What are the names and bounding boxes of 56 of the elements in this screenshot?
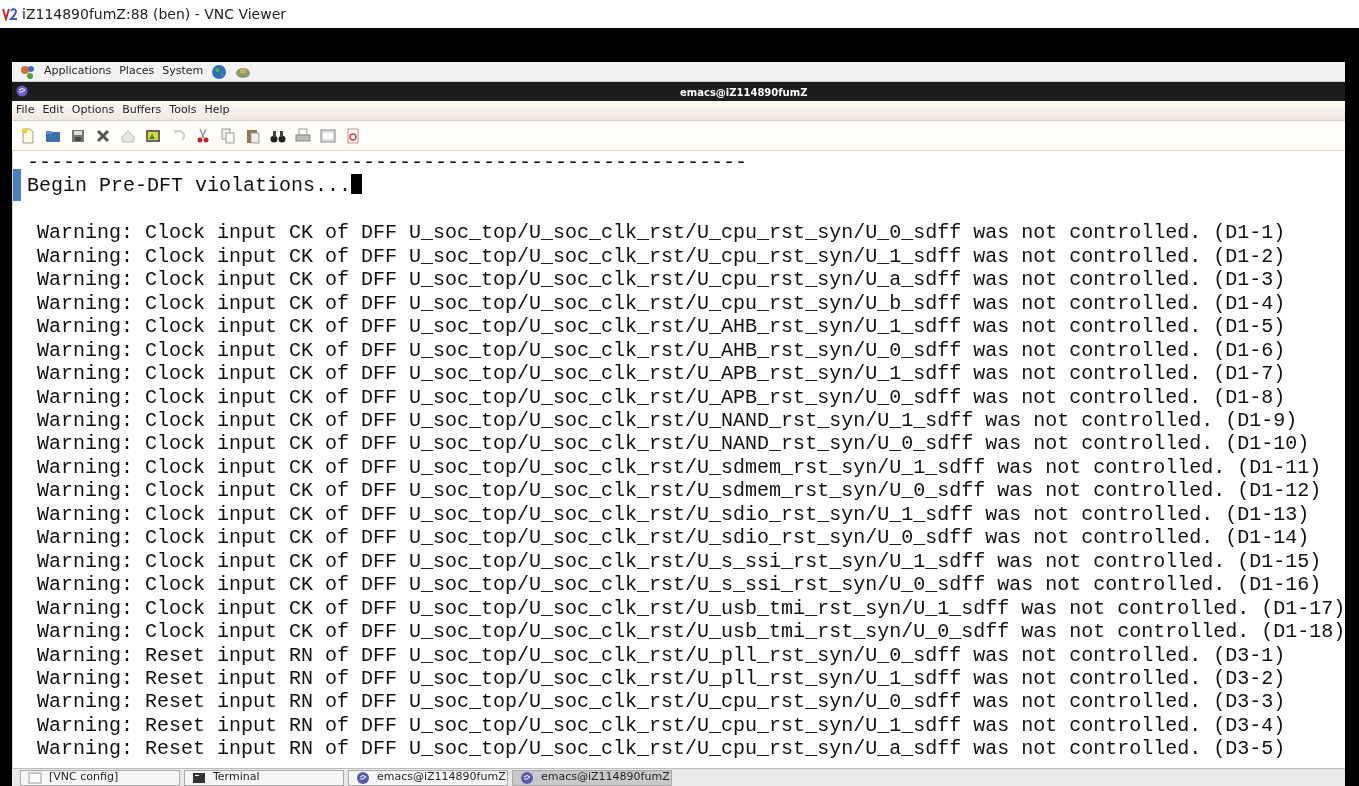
- warning-line: Warning: Clock input CK of DFF U_soc_top/U_soc_clk_rst/U_APB_rst_syn/U_0_sdff was not controlled. (D1-8): [37, 385, 1287, 409]
- menu-item[interactable]: Tools: [169, 102, 197, 119]
- copy-icon[interactable]: [220, 127, 236, 144]
- paste-icon[interactable]: [245, 127, 261, 144]
- warning-line: Warning: Reset input RN of DFF U_soc_top/U_soc_clk_rst/U_cpu_rst_syn/U_0_sdff was not controlled. (D3-3): [37, 690, 1287, 714]
- taskbar-button[interactable]: emacs@iZ114890fumZ: [512, 769, 672, 786]
- warning-line: Warning: Reset input RN of DFF U_soc_top/U_soc_clk_rst/U_cpu_rst_syn/U_1_sdff was not controlled. (D3-4): [37, 713, 1287, 738]
- panel-menu[interactable]: Places: [119, 63, 155, 80]
- taskbar-button[interactable]: Terminal: [184, 769, 344, 786]
- window-title: iZ114890fumZ:88 (ben) - VNC Viewer: [22, 4, 287, 24]
- scissors-icon[interactable]: [195, 127, 211, 144]
- warning-line: Warning: Clock input CK of DFF U_soc_top/U_soc_clk_rst/U_cpu_rst_syn/U_0_sdff was not controlled. (D1-1): [37, 221, 1287, 245]
- printer-icon[interactable]: [295, 127, 311, 144]
- panel-menu[interactable]: System: [162, 63, 204, 80]
- text-cursor: [351, 174, 363, 195]
- warning-line: Warning: Clock input CK of DFF U_soc_top/U_soc_clk_rst/U_sdio_rst_syn/U_0_sdff was not controlled. (D1-14): [37, 526, 1311, 550]
- warning-line: Warning: Reset input RN of DFF U_soc_top/U_soc_clk_rst/U_pll_rst_syn/U_1_sdff was not controlled. (D3-2): [37, 666, 1287, 691]
- taskbar-button[interactable]: [VNC config]: [20, 769, 180, 786]
- panel-menu[interactable]: Applications: [44, 63, 112, 80]
- globe-icon[interactable]: [211, 63, 228, 80]
- warning-line: Warning: Clock input CK of DFF U_soc_top/U_soc_clk_rst/U_sdmem_rst_syn/U_0_sdff was not controlled. (D1-12): [37, 479, 1323, 503]
- menu-item[interactable]: Edit: [42, 102, 64, 119]
- scroll-thumb[interactable]: [13, 169, 21, 201]
- menu-item[interactable]: Options: [71, 102, 115, 119]
- warning-line: Warning: Clock input CK of DFF U_soc_top/U_soc_clk_rst/U_AHB_rst_syn/U_1_sdff was not controlled. (D1-5): [37, 315, 1287, 339]
- warning-line: Warning: Clock input CK of DFF U_soc_top/U_soc_clk_rst/U_NAND_rst_syn/U_1_sdff was not controlled. (D1-9): [37, 409, 1299, 433]
- taskbar-button[interactable]: emacs@iZ114890fumZ: [348, 769, 508, 786]
- warning-line: Warning: Clock input CK of DFF U_soc_top/U_soc_clk_rst/U_usb_tmi_rst_syn/U_1_sdff was not controlled. (D1-17): [37, 596, 1345, 621]
- warning-line: Warning: Clock input CK of DFF U_soc_top/U_soc_clk_rst/U_s_ssi_rst_syn/U_1_sdff was not controlled. (D1-15): [37, 549, 1323, 574]
- warning-line: Warning: Clock input CK of DFF U_soc_top/U_soc_clk_rst/U_sdio_rst_syn/U_1_sdff was not controlled. (D1-13): [37, 502, 1311, 527]
- heading-line: Begin Pre-DFT violations...: [27, 174, 1345, 198]
- warning-line: Warning: Clock input CK of DFF U_soc_top/U_soc_clk_rst/U_NAND_rst_syn/U_0_sdff was not controlled. (D1-10): [37, 432, 1311, 456]
- image-icon[interactable]: [145, 127, 161, 144]
- menu-item[interactable]: Buffers: [122, 102, 162, 119]
- close-icon[interactable]: [95, 127, 111, 144]
- window-title: emacs@iZ114890fumZ: [680, 86, 808, 100]
- warning-line: Warning: Clock input CK of DFF U_soc_top/U_soc_clk_rst/U_s_ssi_rst_syn/U_0_sdff was not controlled. (D1-16): [37, 573, 1323, 597]
- warning-line: Warning: Clock input CK of DFF U_soc_top/U_soc_clk_rst/U_sdmem_rst_syn/U_1_sdff was not controlled. (D1-11): [37, 455, 1323, 480]
- warning-line: Warning: Clock input CK of DFF U_soc_top/U_soc_clk_rst/U_AHB_rst_syn/U_0_sdff was not controlled. (D1-6): [37, 338, 1287, 363]
- warning-line: Warning: Reset input RN of DFF U_soc_top/U_soc_clk_rst/U_cpu_rst_syn/U_a_sdff was not controlled. (D3-5): [37, 737, 1287, 761]
- warning-line: Warning: Clock input CK of DFF U_soc_top/U_soc_clk_rst/U_APB_rst_syn/U_1_sdff was not controlled. (D1-7): [37, 362, 1287, 386]
- emacs-icon: [355, 769, 371, 786]
- window-icon: [27, 769, 43, 786]
- menu-item[interactable]: Help: [204, 102, 230, 119]
- warning-line: Warning: Clock input CK of DFF U_soc_top/U_soc_clk_rst/U_cpu_rst_syn/U_a_sdff was not controlled. (D1-3): [37, 268, 1287, 292]
- floppy-icon[interactable]: [70, 127, 86, 144]
- warning-line: Warning: Clock input CK of DFF U_soc_top/U_soc_clk_rst/U_cpu_rst_syn/U_b_sdff was not controlled. (D1-4): [37, 291, 1287, 316]
- warning-line: Warning: Reset input RN of DFF U_soc_top/U_soc_clk_rst/U_pll_rst_syn/U_0_sdff was not controlled. (D3-1): [37, 643, 1287, 667]
- emacs-icon: [519, 769, 535, 786]
- emacs-icon: [16, 85, 28, 97]
- info-icon[interactable]: [345, 127, 361, 144]
- warning-line: Warning: Clock input CK of DFF U_soc_top/U_soc_clk_rst/U_usb_tmi_rst_syn/U_0_sdff was not controlled. (D1-18): [37, 620, 1345, 644]
- menu-item[interactable]: File: [16, 102, 35, 119]
- app-icon: [2, 7, 18, 21]
- dashed-rule: ------------------------------------------------------------: [27, 151, 749, 175]
- warning-line: Warning: Clock input CK of DFF U_soc_top/U_soc_clk_rst/U_cpu_rst_syn/U_1_sdff was not controlled. (D1-2): [37, 244, 1287, 269]
